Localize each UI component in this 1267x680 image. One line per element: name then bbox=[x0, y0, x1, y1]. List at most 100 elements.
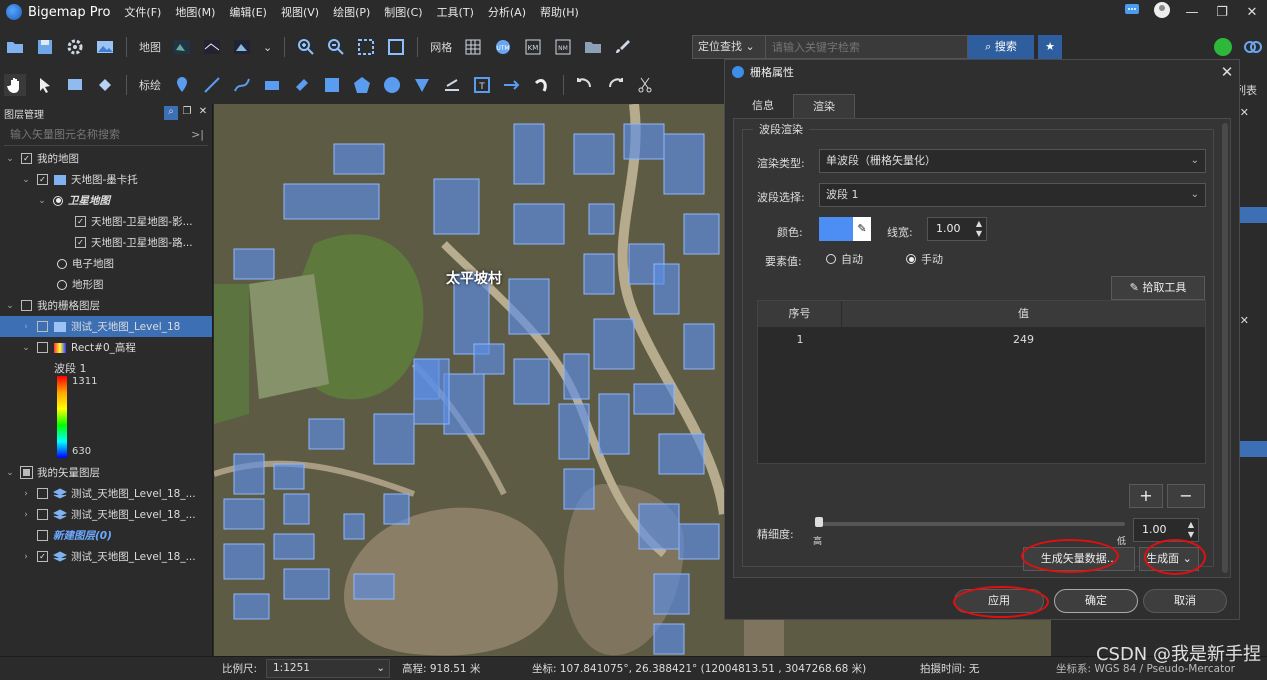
layer-search-input[interactable]: 输入矢量图元名称搜索 >| bbox=[4, 124, 208, 146]
user-avatar[interactable] bbox=[1147, 2, 1177, 22]
measure-tool-icon[interactable] bbox=[441, 74, 463, 96]
search-input[interactable] bbox=[766, 35, 968, 59]
link-icon[interactable] bbox=[1242, 36, 1264, 58]
remove-value-button[interactable]: − bbox=[1167, 484, 1205, 508]
tab-info[interactable]: 信息 bbox=[733, 94, 793, 118]
box-select-icon[interactable] bbox=[94, 74, 116, 96]
checkbox-partial[interactable] bbox=[20, 466, 33, 479]
wechat-icon[interactable] bbox=[1212, 36, 1234, 58]
checkbox[interactable] bbox=[37, 342, 48, 353]
tree-satellite-map[interactable]: ⌄ 卫星地图 bbox=[0, 190, 212, 211]
close-panel-icon[interactable]: ✕ bbox=[196, 106, 210, 120]
marker-pin-icon[interactable] bbox=[171, 74, 193, 96]
settings-gear-icon[interactable] bbox=[64, 36, 86, 58]
checkbox[interactable] bbox=[37, 321, 48, 332]
circle-tool-icon[interactable] bbox=[381, 74, 403, 96]
checkbox[interactable]: ✓ bbox=[37, 174, 48, 185]
save-icon[interactable] bbox=[34, 36, 56, 58]
checkbox[interactable] bbox=[37, 488, 48, 499]
pen-tool-icon[interactable] bbox=[291, 74, 313, 96]
tree-electronic-map[interactable]: 电子地图 bbox=[0, 253, 212, 274]
zoom-out-icon[interactable] bbox=[325, 36, 347, 58]
image-icon[interactable] bbox=[94, 36, 116, 58]
radio-off[interactable] bbox=[57, 279, 67, 290]
square-tool-icon[interactable] bbox=[321, 74, 343, 96]
menu-draw[interactable]: 绘图(P) bbox=[333, 4, 370, 20]
chat-icon[interactable] bbox=[1117, 3, 1147, 21]
curve-tool-icon[interactable] bbox=[231, 74, 253, 96]
menu-help[interactable]: 帮助(H) bbox=[540, 4, 579, 20]
arrow-tool-icon[interactable] bbox=[501, 74, 523, 96]
sector-tool-icon[interactable] bbox=[411, 74, 433, 96]
expand-arrow-icon[interactable]: ⌄ bbox=[20, 175, 32, 185]
hand-pan-icon[interactable] bbox=[4, 74, 26, 96]
dialog-close-icon[interactable]: ✕ bbox=[1215, 63, 1239, 81]
layer-select-icon[interactable] bbox=[64, 74, 86, 96]
float-window-icon[interactable]: ❐ bbox=[180, 106, 194, 120]
expand-arrow-icon[interactable]: ⌄ bbox=[36, 196, 48, 206]
cancel-button[interactable]: 取消 bbox=[1143, 589, 1227, 613]
grid-icon[interactable] bbox=[462, 36, 484, 58]
precision-spinbox[interactable]: 1.00 ▲ ▼ bbox=[1133, 518, 1199, 542]
expand-arrow-icon[interactable]: ⌄ bbox=[4, 154, 16, 164]
checkbox[interactable]: ✓ bbox=[37, 551, 48, 562]
checkbox[interactable]: ✓ bbox=[21, 153, 32, 164]
radio-on[interactable] bbox=[53, 195, 63, 206]
tree-vector-3[interactable]: › ✓ 测试_天地图_Level_18_... bbox=[0, 546, 212, 567]
tree-new-layer[interactable]: 新建图层(0) bbox=[0, 525, 212, 546]
menu-map[interactable]: 地图(M) bbox=[175, 4, 215, 20]
road-map-icon[interactable] bbox=[201, 36, 223, 58]
zoom-extent-icon[interactable] bbox=[355, 36, 377, 58]
band-select[interactable]: 波段 1 ⌄ bbox=[819, 183, 1206, 207]
satellite-map-icon[interactable] bbox=[171, 36, 193, 58]
terrain-map-icon[interactable] bbox=[231, 36, 253, 58]
menu-file[interactable]: 文件(F) bbox=[124, 4, 161, 20]
color-swatch[interactable] bbox=[819, 217, 853, 241]
collapse-icon[interactable]: >| bbox=[191, 124, 204, 146]
checkbox[interactable] bbox=[37, 530, 48, 541]
tree-my-maps[interactable]: ⌄ ✓ 我的地图 bbox=[0, 148, 212, 169]
curved-arrow-icon[interactable] bbox=[531, 74, 553, 96]
pick-tool-button[interactable]: ✎ 拾取工具 bbox=[1111, 276, 1205, 300]
restore-icon[interactable]: ❐ bbox=[1207, 5, 1237, 20]
tree-satellite-image[interactable]: ✓ 天地图-卫星地图-影... bbox=[0, 211, 212, 232]
radio-off[interactable] bbox=[57, 258, 67, 269]
redo-icon[interactable] bbox=[604, 74, 626, 96]
tab-render[interactable]: 渲染 bbox=[793, 94, 855, 118]
scrollbar[interactable] bbox=[1222, 123, 1228, 573]
checkbox[interactable]: ✓ bbox=[75, 237, 86, 248]
expand-arrow-icon[interactable]: ⌄ bbox=[4, 468, 16, 478]
tree-my-vector-layers[interactable]: ⌄ 我的矢量图层 bbox=[0, 462, 212, 483]
menu-view[interactable]: 视图(V) bbox=[281, 4, 319, 20]
tree-raster-test-level18[interactable]: › 测试_天地图_Level_18 bbox=[0, 316, 212, 337]
locate-mode-select[interactable]: 定位查找 ⌄ bbox=[692, 35, 766, 59]
feature-auto-radio[interactable]: 自动 bbox=[821, 251, 863, 267]
nm-grid-icon[interactable]: NM bbox=[552, 36, 574, 58]
expand-arrow-icon[interactable]: › bbox=[20, 510, 32, 520]
menu-analysis[interactable]: 分析(A) bbox=[488, 4, 526, 20]
polygon-tool-icon[interactable] bbox=[351, 74, 373, 96]
tree-tianditu-mercator[interactable]: ⌄ ✓ 天地图-墨卡托 bbox=[0, 169, 212, 190]
checkbox[interactable] bbox=[37, 509, 48, 520]
pointer-icon[interactable] bbox=[34, 74, 56, 96]
zoom-in-icon[interactable] bbox=[295, 36, 317, 58]
km-grid-icon[interactable]: KM bbox=[522, 36, 544, 58]
folder-icon[interactable] bbox=[582, 36, 604, 58]
table-row[interactable]: 1 249 bbox=[758, 327, 1205, 353]
utm-grid-icon[interactable]: UTM bbox=[492, 36, 514, 58]
open-folder-icon[interactable] bbox=[4, 36, 26, 58]
tree-vector-1[interactable]: › 测试_天地图_Level_18_... bbox=[0, 483, 212, 504]
tree-my-raster-layers[interactable]: ⌄ 我的栅格图层 bbox=[0, 295, 212, 316]
search-button[interactable]: ⌕ 搜索 bbox=[968, 35, 1034, 59]
fit-window-icon[interactable] bbox=[385, 36, 407, 58]
add-value-button[interactable]: + bbox=[1129, 484, 1163, 508]
map-canvas-lower[interactable] bbox=[724, 620, 1051, 656]
map-canvas[interactable]: 太平坡村 bbox=[214, 104, 724, 656]
ok-button[interactable]: 确定 bbox=[1054, 589, 1138, 613]
expand-arrow-icon[interactable]: › bbox=[20, 322, 32, 332]
menu-cartography[interactable]: 制图(C) bbox=[384, 4, 422, 20]
feature-manual-radio[interactable]: 手动 bbox=[901, 251, 943, 267]
cut-icon[interactable] bbox=[634, 74, 656, 96]
tree-rect-elevation[interactable]: ⌄ Rect#0_高程 bbox=[0, 337, 212, 358]
precision-slider-handle[interactable] bbox=[815, 517, 823, 527]
